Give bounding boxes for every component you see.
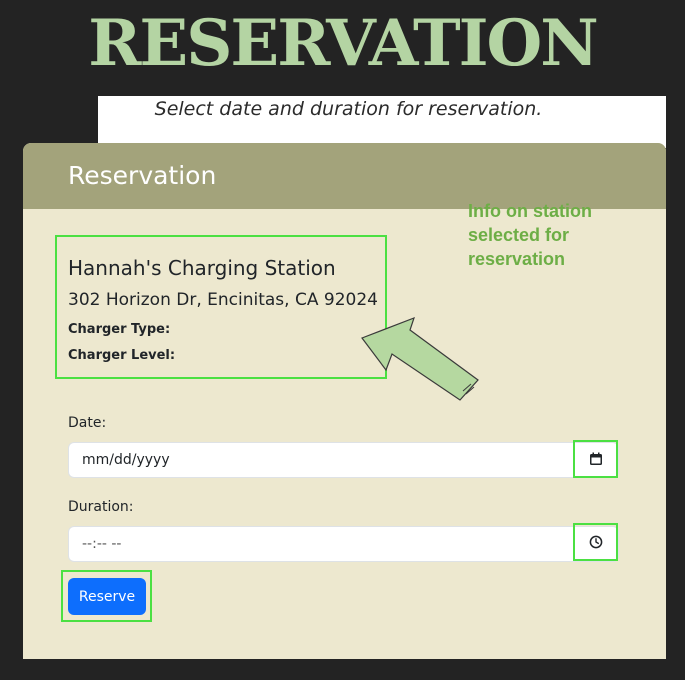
date-label: Date: [68, 415, 107, 431]
date-picker-highlight[interactable] [573, 440, 618, 478]
charger-level-label: Charger Level: [68, 348, 176, 363]
reserve-button[interactable]: Reserve [68, 578, 146, 615]
clock-icon[interactable] [589, 535, 603, 549]
annotation-arrow [361, 316, 479, 401]
date-input[interactable]: mm/dd/yyyy [68, 442, 619, 478]
page-subtitle: Select date and duration for reservation… [154, 98, 543, 120]
duration-input[interactable]: --:-- -- [68, 526, 619, 562]
charger-type-label: Charger Type: [68, 322, 171, 337]
date-input-value: mm/dd/yyyy [82, 452, 170, 468]
duration-input-value: --:-- -- [82, 536, 122, 552]
annotation-text: Info on station selected for reservation [468, 201, 592, 269]
duration-label: Duration: [68, 499, 134, 515]
calendar-icon[interactable] [589, 452, 603, 466]
time-picker-highlight[interactable] [573, 523, 618, 561]
page-title: RESERVATION [88, 6, 599, 81]
station-name: Hannah's Charging Station [68, 256, 336, 280]
